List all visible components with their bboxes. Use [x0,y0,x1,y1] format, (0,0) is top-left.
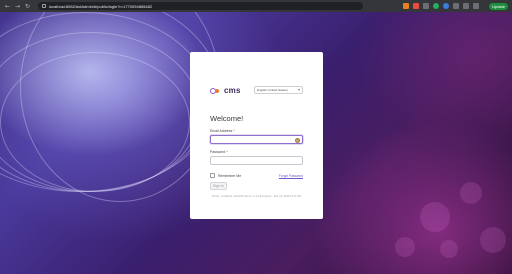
required-mark: * [233,129,235,133]
site-info-icon[interactable] [42,4,46,8]
background-bokeh [440,240,458,258]
background-bokeh [420,202,450,232]
forward-arrow-icon[interactable]: → [14,3,21,10]
login-card: cms English (United States) ▾ Welcome! E… [190,52,323,219]
remember-me: Remember Me [210,173,241,178]
address-bar[interactable]: localhost:8082/dotAdmin/#/public/login?r… [38,2,363,10]
extensions-area: Update [403,2,508,10]
puzzle-icon[interactable] [453,3,460,9]
password-field[interactable] [210,156,303,165]
server-info-footer: Server: Localhost | dotCMS Server: 2.3.2… [211,195,302,198]
remember-me-label: Remember Me [218,173,242,178]
update-button[interactable]: Update [489,2,508,10]
extension-blue-icon[interactable] [443,3,450,9]
sign-in-button[interactable]: Sign In [210,182,227,190]
chevron-down-icon: ▾ [297,87,300,92]
required-mark: * [226,150,228,154]
remember-me-checkbox[interactable] [210,173,215,178]
email-field[interactable] [210,135,303,144]
password-manager-icon[interactable] [295,137,300,143]
background-bokeh [460,182,482,204]
email-label-row: Email Address * [210,129,235,133]
language-value: English (United States) [257,88,288,92]
extension-green-icon[interactable] [433,3,440,9]
dotcms-logo-icon [210,87,222,94]
background-bokeh [395,237,415,257]
background-bokeh [480,227,506,253]
password-label-row: Password * [210,150,228,154]
reload-icon[interactable]: ↻ [24,3,31,10]
sidebar-icon[interactable] [463,3,470,9]
extension-red-icon[interactable] [413,3,420,9]
back-arrow-icon[interactable]: ← [4,3,11,10]
brave-shield-icon[interactable] [403,3,410,9]
password-label: Password [210,150,226,154]
forgot-password-link[interactable]: Forgot Password [279,174,303,178]
extension-icon[interactable] [423,3,430,9]
brand-logo: cms [210,86,241,95]
browser-toolbar: ← → ↻ localhost:8082/dotAdmin/#/public/l… [0,0,512,12]
brand-name: cms [224,86,241,95]
welcome-heading: Welcome! [210,114,244,123]
email-label: Email Address [210,129,233,133]
profile-icon[interactable] [473,3,480,9]
language-select[interactable]: English (United States) ▾ [254,86,303,94]
url-text: localhost:8082/dotAdmin/#/public/login?r… [49,3,153,9]
